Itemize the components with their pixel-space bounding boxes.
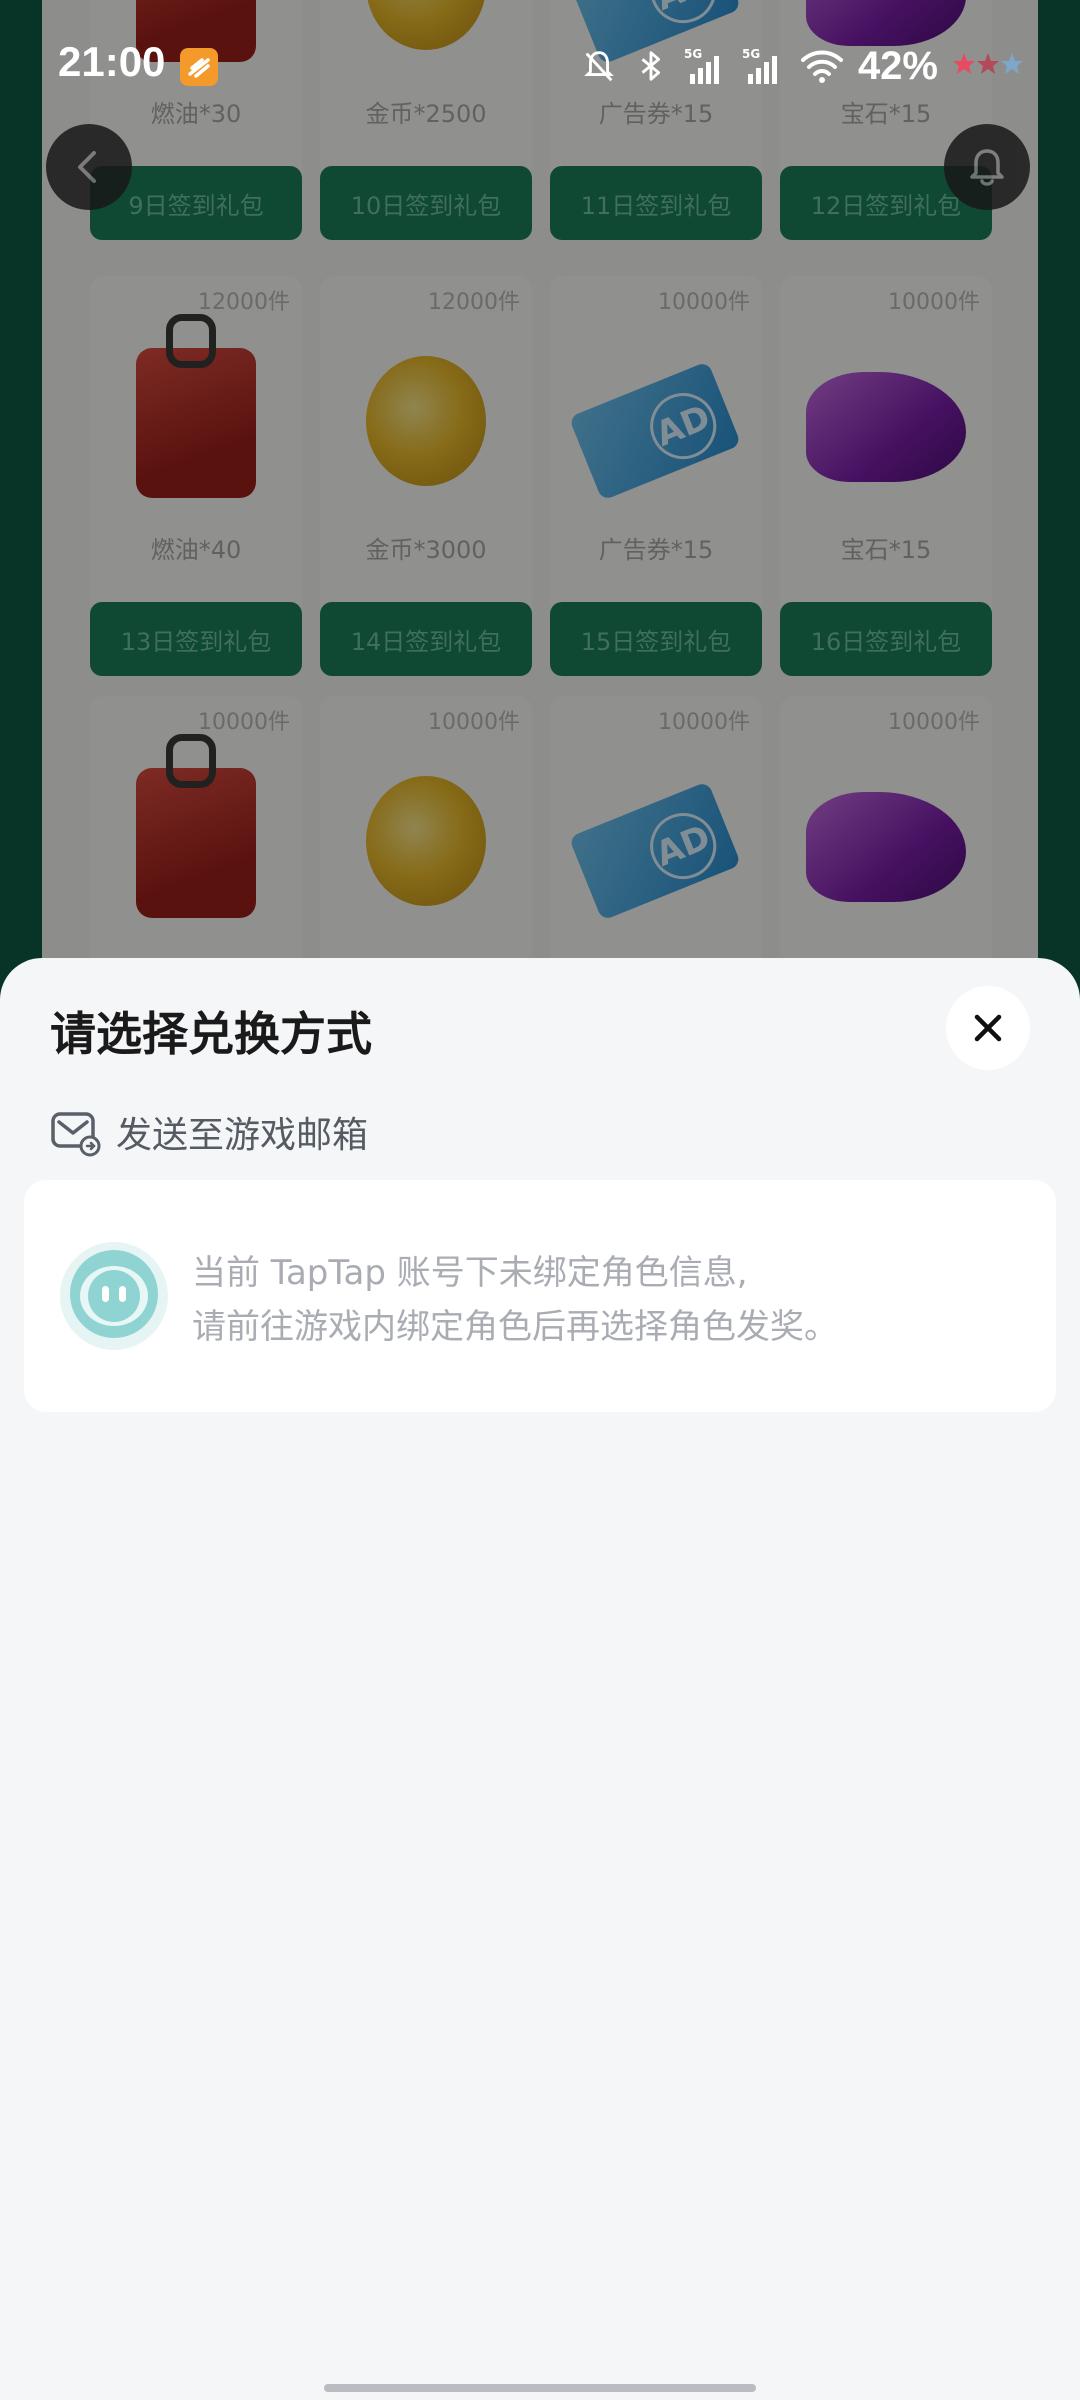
svg-text:5G: 5G <box>742 47 760 61</box>
close-button[interactable] <box>946 986 1030 1070</box>
app-badge-icon <box>180 48 218 86</box>
send-to-mailbox-option[interactable]: 发送至游戏邮箱 <box>50 1102 368 1162</box>
rating-stars-icon <box>953 53 1023 74</box>
clock: 21:00 <box>58 38 166 85</box>
bluetooth-icon <box>641 51 660 81</box>
status-icons: 5G 5G 42% <box>580 40 1024 92</box>
5g-signal-icon: 5G <box>684 47 719 84</box>
sheet-title: 请选择兑换方式 <box>50 1007 372 1061</box>
battery-level: 42% <box>857 43 938 88</box>
mail-send-icon <box>51 1112 101 1157</box>
status-bar: 21:00 5G 5G 42% <box>0 0 1080 132</box>
notice-text: 当前 TapTap 账号下未绑定角色信息, 请前往游戏内绑定角色后再选择角色发奖… <box>192 1246 838 1354</box>
5g-signal-icon: 5G <box>742 47 777 84</box>
wifi-icon <box>800 50 843 83</box>
notice-line-2: 请前往游戏内绑定角色后再选择角色发奖。 <box>192 1307 838 1347</box>
unbound-role-notice: 当前 TapTap 账号下未绑定角色信息, 请前往游戏内绑定角色后再选择角色发奖… <box>24 1180 1056 1412</box>
svg-text:5G: 5G <box>684 47 702 61</box>
notice-line-1: 当前 TapTap 账号下未绑定角色信息, <box>192 1253 748 1293</box>
home-indicator[interactable] <box>324 2384 756 2392</box>
method-label: 发送至游戏邮箱 <box>116 1115 369 1156</box>
redeem-method-sheet: 请选择兑换方式 发送至游戏邮箱 当前 TapTap 账号下未绑定角色信息, 请前… <box>0 958 1080 2400</box>
taptap-mascot-icon <box>60 1242 168 1350</box>
close-icon <box>974 1014 1002 1042</box>
mute-bell-icon <box>584 51 614 82</box>
